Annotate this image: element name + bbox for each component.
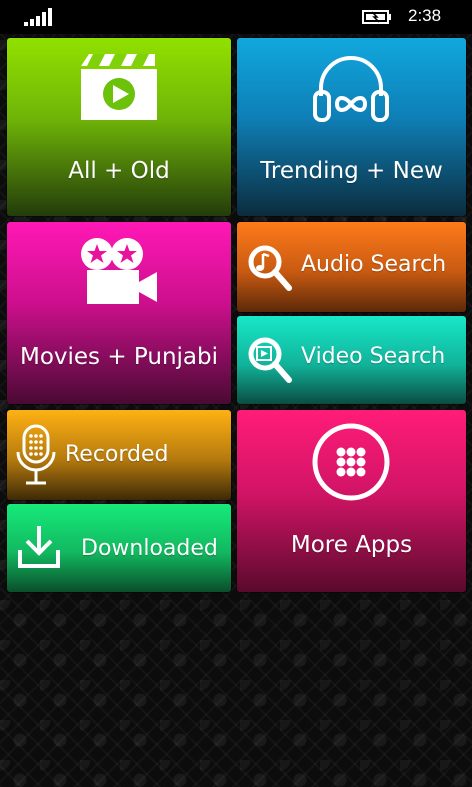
- status-time: 2:38: [408, 6, 442, 25]
- tile-audio-search[interactable]: Audio Search: [237, 222, 466, 312]
- audio-search-icon: [248, 245, 292, 291]
- clapperboard-play-icon: [81, 54, 157, 120]
- tile-trending-new[interactable]: Trending + New: [237, 38, 466, 216]
- download-icon: [18, 526, 60, 568]
- tile-movies-punjabi[interactable]: Movies + Punjabi: [7, 222, 231, 404]
- tile-audio-search-label: Audio Search: [301, 252, 447, 277]
- tile-video-search[interactable]: Video Search: [237, 316, 466, 404]
- tile-downloaded[interactable]: Downloaded: [7, 504, 231, 592]
- tile-more-apps-label: More Apps: [290, 532, 413, 558]
- tile-recorded[interactable]: Recorded: [7, 410, 231, 500]
- tile-trending-new-label: Trending + New: [260, 158, 443, 184]
- app-grid-icon: [312, 423, 390, 501]
- tile-recorded-label: Recorded: [65, 442, 169, 467]
- tile-all-old-label: All + Old: [68, 158, 170, 184]
- battery-charging-icon: [362, 10, 391, 24]
- status-bar: 2:38: [0, 0, 472, 34]
- headphones-infinity-icon: [313, 56, 389, 122]
- tile-video-search-label: Video Search: [301, 344, 446, 369]
- movie-camera-icon: [81, 238, 157, 304]
- tile-more-apps[interactable]: More Apps: [237, 410, 466, 592]
- signal-bars-icon: [24, 8, 54, 26]
- tile-downloaded-label: Downloaded: [81, 536, 218, 561]
- video-search-icon: [248, 337, 292, 383]
- tile-all-old[interactable]: All + Old: [7, 38, 231, 216]
- tile-movies-punjabi-label: Movies + Punjabi: [19, 344, 219, 370]
- microphone-icon: [16, 424, 56, 485]
